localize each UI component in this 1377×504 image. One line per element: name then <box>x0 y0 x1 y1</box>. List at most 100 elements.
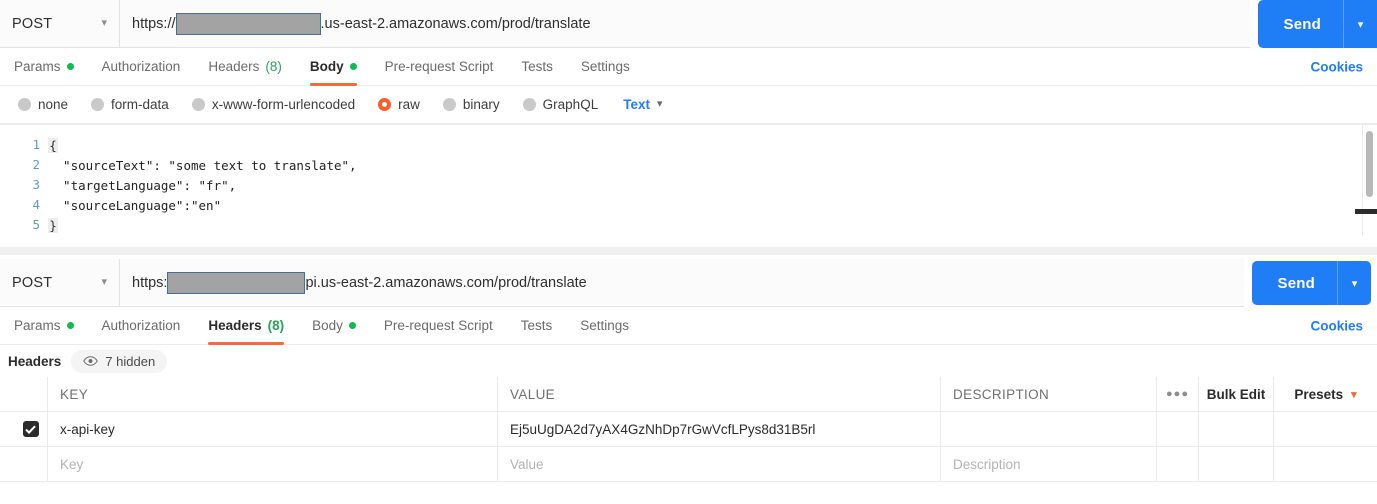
hidden-headers-toggle[interactable]: 7 hidden <box>71 349 168 373</box>
row-key-value: x-api-key <box>60 421 115 437</box>
new-row-description-placeholder: Description <box>953 456 1021 472</box>
tab-label: Tests <box>521 59 553 74</box>
code-line-text: } <box>48 217 58 233</box>
row-spacer-bulk <box>1199 412 1274 447</box>
editor-vertical-scrollbar[interactable] <box>1366 131 1373 197</box>
send-button-bottom[interactable]: Send ▾ <box>1251 261 1371 305</box>
tab-settings-top[interactable]: Settings <box>567 48 644 86</box>
row-key-input[interactable]: x-api-key <box>48 412 498 447</box>
url-prefix: https: <box>132 274 168 291</box>
table-row[interactable]: x-api-key Ej5uUgDA2d7yAX4GzNhDp7rGwVcfLP… <box>0 412 1377 447</box>
tab-headers-bottom[interactable]: Headers (8) <box>194 307 298 345</box>
body-format-dropdown[interactable]: Text ▾ <box>613 97 662 112</box>
line-number: 4 <box>32 197 40 212</box>
body-type-x-www-form-urlencoded[interactable]: x-www-form-urlencoded <box>184 97 363 112</box>
row-value-input[interactable]: Ej5uUgDA2d7yAX4GzNhDp7rGwVcfLPys8d31B5rl <box>498 412 941 447</box>
status-dot-icon <box>349 63 357 70</box>
row-enabled-checkbox[interactable] <box>14 412 48 447</box>
postman-window: POST ▾ https:// .us-east-2.amazonaws.com/… <box>0 0 1377 504</box>
url-bar-top: POST ▾ https:// .us-east-2.amazonaws.com/… <box>0 0 1377 48</box>
new-row-spacer-dots <box>1157 447 1199 482</box>
table-left-rail <box>0 447 14 482</box>
send-options-chevron-icon[interactable]: ▾ <box>1343 0 1377 48</box>
body-type-none[interactable]: none <box>10 97 76 112</box>
code-line-text: { <box>48 137 58 153</box>
tab-tests-bottom[interactable]: Tests <box>507 307 567 345</box>
request-panel-top: POST ▾ https:// .us-east-2.amazonaws.com/… <box>0 0 1377 247</box>
new-row-key-placeholder: Key <box>60 456 84 472</box>
method-dropdown-bottom[interactable]: POST ▾ <box>0 259 120 307</box>
url-text-bottom: https: pi.us-east-2.amazonaws.com/prod/tr… <box>132 271 587 294</box>
method-dropdown-top[interactable]: POST ▾ <box>0 0 120 48</box>
new-row-value-input[interactable]: Value <box>498 447 941 482</box>
more-options-icon[interactable]: ●●● <box>1157 377 1199 412</box>
tab-label: Settings <box>580 59 630 74</box>
row-spacer-preset <box>1274 412 1377 447</box>
body-type-label: x-www-form-urlencoded <box>211 97 356 112</box>
send-options-chevron-icon[interactable]: ▾ <box>1337 261 1371 305</box>
new-row-key-input[interactable]: Key <box>48 447 498 482</box>
presets-label: Presets <box>1294 386 1344 402</box>
tab-body-top[interactable]: Body <box>296 48 371 86</box>
tab-pre-request-script-bottom[interactable]: Pre-request Script <box>370 307 507 345</box>
table-row-new[interactable]: Key Value Description <box>0 447 1377 482</box>
body-type-graphql[interactable]: GraphQL <box>515 97 607 112</box>
radio-icon <box>91 98 105 111</box>
status-dot-icon <box>348 322 356 329</box>
line-number: 2 <box>32 157 40 172</box>
tab-params-bottom[interactable]: Params <box>0 307 88 345</box>
url-input-top[interactable]: https:// .us-east-2.amazonaws.com/prod/tr… <box>120 0 1250 48</box>
radio-icon <box>191 98 205 111</box>
request-body-editor[interactable]: 1 2 3 4 5 { "sourceText": "some text to … <box>0 124 1377 236</box>
new-row-description-input[interactable]: Description <box>941 447 1157 482</box>
redacted-host-box-top <box>175 12 321 35</box>
radio-icon <box>18 98 31 111</box>
presets-button[interactable]: Presets ▾ <box>1274 377 1377 412</box>
header-col-key: KEY <box>48 377 498 412</box>
radio-icon <box>522 98 536 111</box>
row-value-value: Ej5uUgDA2d7yAX4GzNhDp7rGwVcfLPys8d31B5rl <box>510 421 816 437</box>
line-number: 1 <box>32 137 40 152</box>
cookies-link-top[interactable]: Cookies <box>1310 59 1363 74</box>
new-row-checkbox[interactable] <box>14 447 48 482</box>
status-dot-icon <box>66 322 74 329</box>
headers-table-header-row: KEY VALUE DESCRIPTION ●●● Bulk Edit Pres… <box>0 377 1377 412</box>
tab-settings-bottom[interactable]: Settings <box>566 307 643 345</box>
send-wrap-bottom: Send ▾ <box>1243 259 1377 307</box>
tab-label: Pre-request Script <box>383 318 493 333</box>
editor-code-area[interactable]: { "sourceText": "some text to translate"… <box>48 125 1377 236</box>
request-tabs-top: Params Authorization Headers (8) Body Pr… <box>0 48 1377 86</box>
tab-authorization-bottom[interactable]: Authorization <box>88 307 195 345</box>
tab-pre-request-script-top[interactable]: Pre-request Script <box>371 48 508 86</box>
tab-label: Body <box>312 318 343 333</box>
new-row-spacer-preset <box>1274 447 1377 482</box>
bulk-edit-button[interactable]: Bulk Edit <box>1199 377 1274 412</box>
url-input-bottom[interactable]: https: pi.us-east-2.amazonaws.com/prod/tr… <box>120 259 1244 307</box>
tab-headers-top[interactable]: Headers (8) <box>194 48 296 86</box>
tab-label: Body <box>309 59 344 74</box>
tab-params-top[interactable]: Params <box>0 48 88 86</box>
tab-authorization-top[interactable]: Authorization <box>88 48 195 86</box>
body-type-binary[interactable]: binary <box>435 97 508 112</box>
redacted-host-box-bottom <box>167 271 306 294</box>
code-line: } <box>48 215 1377 235</box>
request-panel-bottom: POST ▾ https: pi.us-east-2.amazonaws.com/… <box>0 255 1377 504</box>
tab-count: (8) <box>267 318 285 333</box>
editor-horizontal-scrollbar[interactable] <box>1355 209 1377 214</box>
code-line: "targetLanguage": "fr", <box>48 177 237 193</box>
headers-table: KEY VALUE DESCRIPTION ●●● Bulk Edit Pres… <box>0 377 1377 482</box>
body-format-label: Text <box>623 97 650 112</box>
tab-body-bottom[interactable]: Body <box>298 307 370 345</box>
row-description-input[interactable] <box>941 412 1157 447</box>
tab-tests-top[interactable]: Tests <box>507 48 567 86</box>
tab-label: Headers <box>208 318 262 333</box>
send-wrap-top: Send ▾ <box>1249 0 1377 48</box>
cookies-link-bottom[interactable]: Cookies <box>1310 318 1363 333</box>
url-bar-bottom: POST ▾ https: pi.us-east-2.amazonaws.com/… <box>0 255 1377 307</box>
tab-label: Pre-request Script <box>384 59 494 74</box>
chevron-down-icon: ▾ <box>101 276 107 288</box>
tab-count: (8) <box>265 59 282 74</box>
send-button-top[interactable]: Send ▾ <box>1257 0 1377 48</box>
body-type-raw[interactable]: raw <box>370 97 428 112</box>
body-type-form-data[interactable]: form-data <box>83 97 177 112</box>
